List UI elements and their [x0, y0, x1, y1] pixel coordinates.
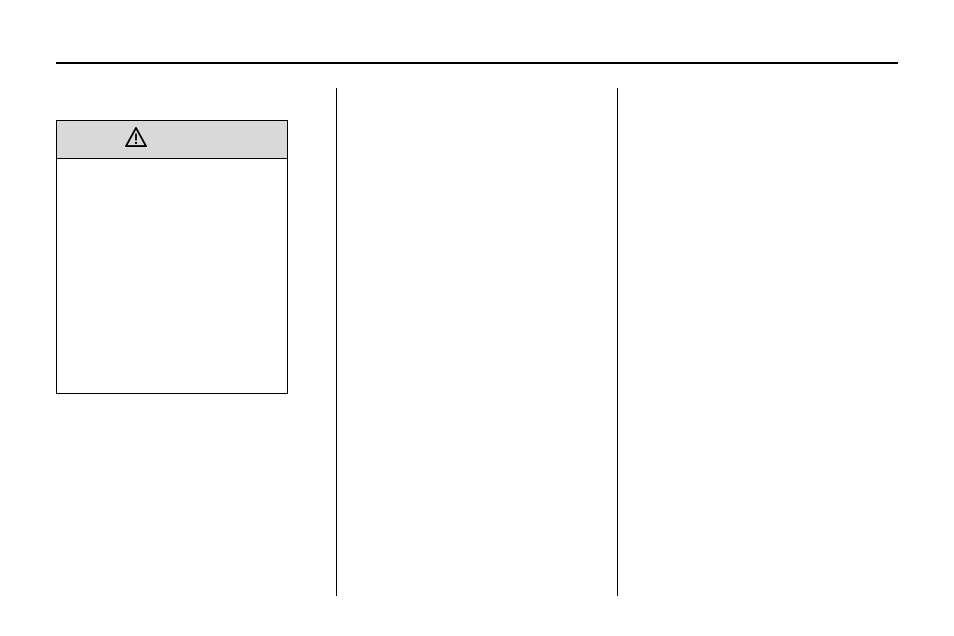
column-3 — [618, 88, 898, 596]
caution-body — [57, 159, 287, 393]
column-1 — [56, 88, 336, 596]
top-horizontal-rule — [56, 62, 898, 64]
three-column-layout — [56, 88, 898, 596]
page — [0, 0, 954, 636]
column-2 — [337, 88, 617, 596]
caution-box — [56, 120, 288, 394]
caution-header — [57, 121, 287, 159]
warning-triangle-icon — [125, 127, 147, 152]
